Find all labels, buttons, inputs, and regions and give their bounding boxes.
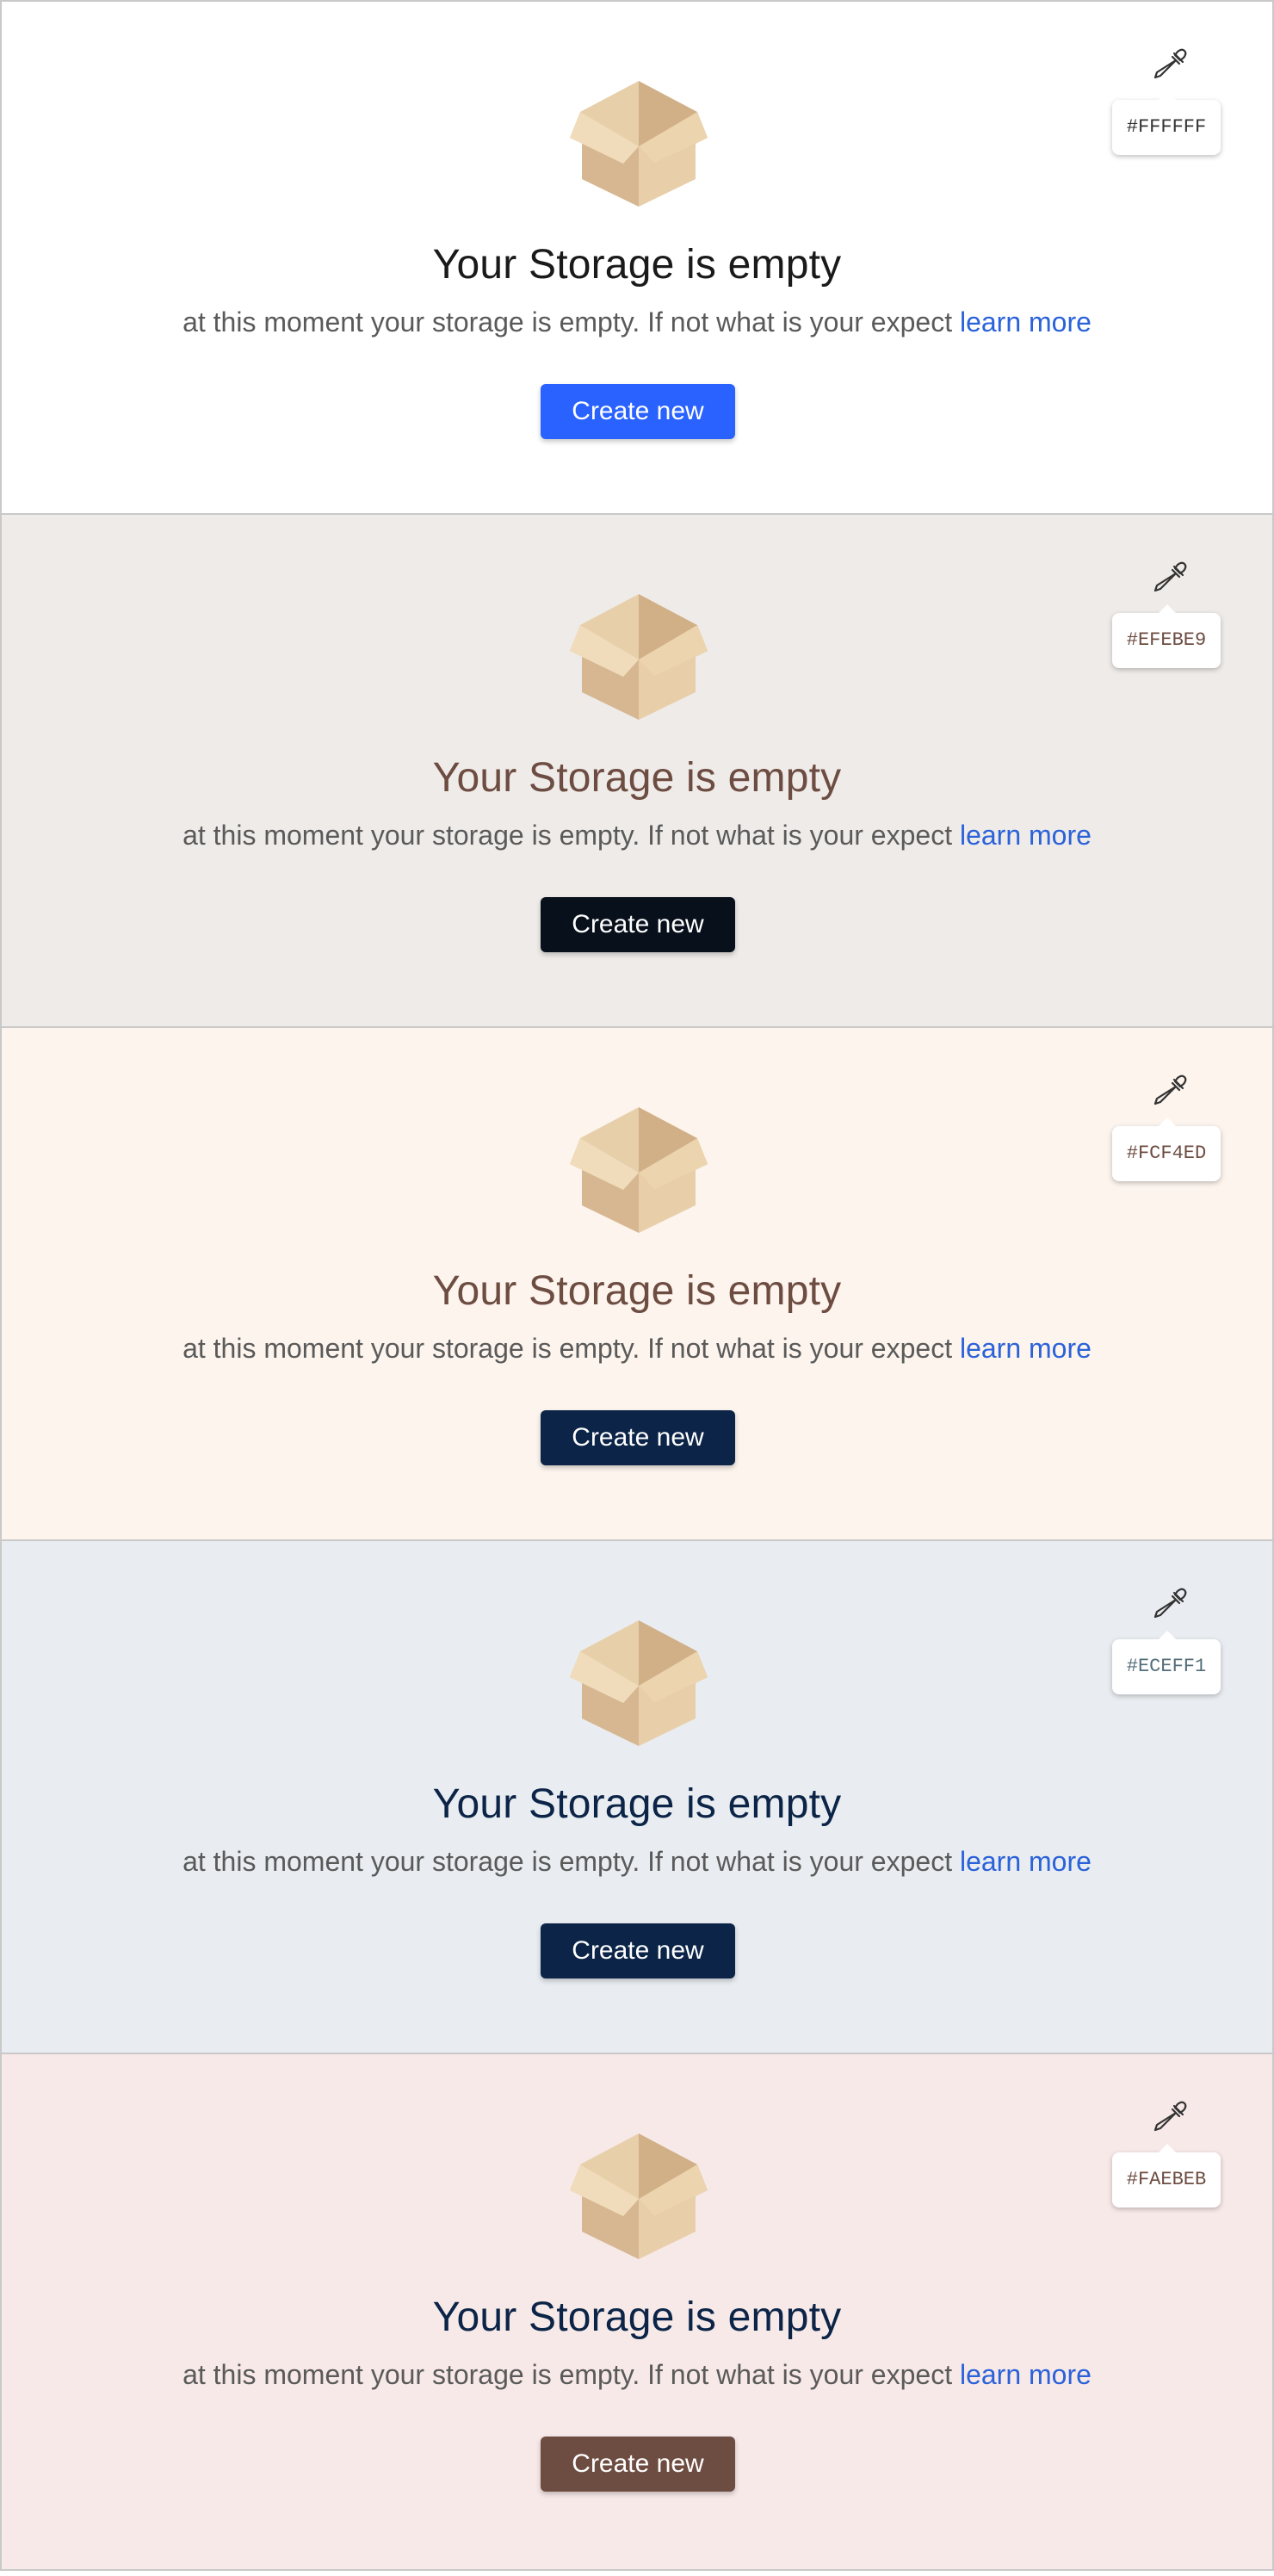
learn-more-link[interactable]: learn more bbox=[960, 1846, 1092, 1877]
color-picker: #ECEFF1 bbox=[1112, 1586, 1222, 1698]
empty-state-panel: Your Storage is empty at this moment you… bbox=[0, 1028, 1274, 1541]
empty-state-description: at this moment your storage is empty. If… bbox=[2, 1842, 1272, 1880]
color-picker: #FAEBEB bbox=[1112, 2099, 1222, 2211]
create-new-button[interactable]: Create new bbox=[541, 1410, 735, 1465]
color-hex-label[interactable]: #FFFFFF bbox=[1112, 91, 1221, 155]
open-box-icon bbox=[570, 594, 708, 720]
empty-state-description: at this moment your storage is empty. If… bbox=[2, 1329, 1272, 1367]
empty-state-title: Your Storage is empty bbox=[432, 755, 842, 801]
empty-state-showcase: Your Storage is empty at this moment you… bbox=[0, 0, 1274, 2576]
color-picker: #EFEBE9 bbox=[1112, 560, 1222, 672]
empty-state-description: at this moment your storage is empty. If… bbox=[2, 303, 1272, 341]
empty-state-description: at this moment your storage is empty. If… bbox=[2, 2356, 1272, 2393]
color-picker: #FFFFFF bbox=[1112, 46, 1222, 158]
color-hex-label[interactable]: #EFEBE9 bbox=[1112, 604, 1221, 668]
empty-state-title: Your Storage is empty bbox=[432, 242, 842, 288]
empty-state-description: at this moment your storage is empty. If… bbox=[2, 816, 1272, 854]
color-hex-label[interactable]: #FAEBEB bbox=[1112, 2144, 1221, 2208]
eyedropper-icon[interactable] bbox=[1152, 560, 1190, 598]
empty-state-title: Your Storage is empty bbox=[432, 1781, 842, 1827]
open-box-icon bbox=[570, 81, 708, 207]
learn-more-link[interactable]: learn more bbox=[960, 307, 1092, 337]
color-hex-label[interactable]: #FCF4ED bbox=[1112, 1118, 1221, 1181]
open-box-icon bbox=[570, 1107, 708, 1233]
empty-state-panel: Your Storage is empty at this moment you… bbox=[0, 1541, 1274, 2054]
description-text: at this moment your storage is empty. If… bbox=[182, 307, 953, 337]
description-text: at this moment your storage is empty. If… bbox=[182, 1333, 953, 1364]
eyedropper-icon[interactable] bbox=[1152, 1586, 1190, 1624]
empty-state-panel: Your Storage is empty at this moment you… bbox=[0, 2054, 1274, 2571]
empty-state-panel: Your Storage is empty at this moment you… bbox=[0, 0, 1274, 515]
create-new-button[interactable]: Create new bbox=[541, 1923, 735, 1978]
eyedropper-icon[interactable] bbox=[1152, 1073, 1190, 1111]
description-text: at this moment your storage is empty. If… bbox=[182, 820, 953, 851]
learn-more-link[interactable]: learn more bbox=[960, 2359, 1092, 2390]
color-picker: #FCF4ED bbox=[1112, 1073, 1222, 1185]
open-box-icon bbox=[570, 1620, 708, 1746]
description-text: at this moment your storage is empty. If… bbox=[182, 1846, 953, 1877]
create-new-button[interactable]: Create new bbox=[541, 897, 735, 952]
empty-state-panel: Your Storage is empty at this moment you… bbox=[0, 515, 1274, 1028]
learn-more-link[interactable]: learn more bbox=[960, 1333, 1092, 1364]
create-new-button[interactable]: Create new bbox=[541, 384, 735, 439]
create-new-button[interactable]: Create new bbox=[541, 2437, 735, 2492]
empty-state-title: Your Storage is empty bbox=[432, 2294, 842, 2340]
description-text: at this moment your storage is empty. If… bbox=[182, 2359, 953, 2390]
eyedropper-icon[interactable] bbox=[1152, 46, 1190, 84]
eyedropper-icon[interactable] bbox=[1152, 2099, 1190, 2137]
empty-state-title: Your Storage is empty bbox=[432, 1268, 842, 1314]
learn-more-link[interactable]: learn more bbox=[960, 820, 1092, 851]
color-hex-label[interactable]: #ECEFF1 bbox=[1112, 1631, 1221, 1694]
open-box-icon bbox=[570, 2133, 708, 2259]
